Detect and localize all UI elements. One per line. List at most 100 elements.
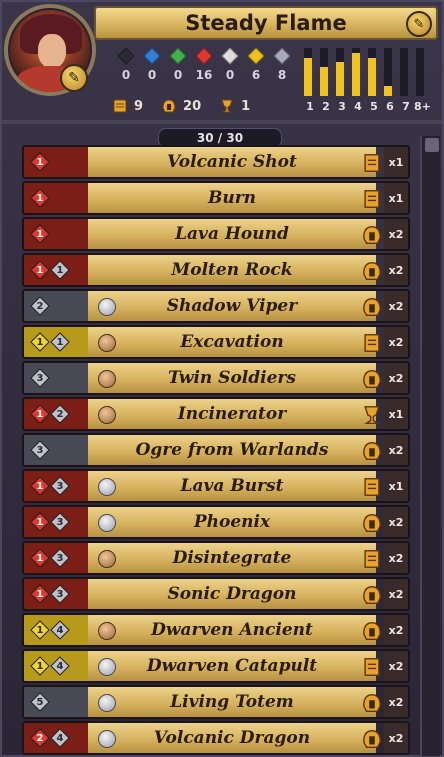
silver-rarity-icon bbox=[98, 694, 116, 712]
card-name-bar: Sonic Dragon bbox=[88, 579, 376, 609]
card-name: Excavation bbox=[180, 332, 284, 352]
card-name: Incinerator bbox=[177, 404, 287, 424]
header-divider bbox=[2, 120, 444, 124]
mana-cost-gem: 4 bbox=[50, 728, 70, 748]
mana-curve-bar bbox=[304, 48, 312, 96]
mana-cost-gem: 4 bbox=[50, 620, 70, 640]
card-name-bar: Burn bbox=[88, 183, 376, 213]
card-name-bar: Dwarven Ancient bbox=[88, 615, 376, 645]
mana-cost-value: 4 bbox=[56, 660, 64, 672]
gem-icon bbox=[169, 47, 187, 65]
spell-count: 9 bbox=[112, 98, 143, 114]
deck-title: Steady Flame bbox=[185, 11, 347, 35]
mana-curve-bars bbox=[304, 48, 432, 96]
mana-cost-gem: 1 bbox=[30, 656, 50, 676]
card-row[interactable]: 1 Volcanic Shot x1 bbox=[22, 145, 410, 179]
mana-curve-bar bbox=[352, 48, 360, 96]
card-name-bar: Dwarven Catapult bbox=[88, 651, 376, 681]
mana-curve-bar-fill bbox=[384, 86, 392, 96]
mana-curve-bar-fill bbox=[304, 57, 312, 96]
scroll-icon bbox=[358, 329, 386, 357]
avatar-edit-button[interactable]: ✎ bbox=[60, 64, 88, 92]
card-row[interactable]: 1 4 Dwarven Catapult x2 bbox=[22, 649, 410, 683]
bronze-rarity-icon bbox=[98, 370, 116, 388]
card-name-bar: Shadow Viper bbox=[88, 291, 376, 321]
card-row[interactable]: 1 Burn x1 bbox=[22, 181, 410, 215]
mana-cost-gem: 2 bbox=[30, 296, 50, 316]
card-row[interactable]: 3 Twin Soldiers x2 bbox=[22, 361, 410, 395]
card-name: Dwarven Catapult bbox=[146, 656, 318, 676]
mana-cost-value: 1 bbox=[36, 156, 44, 168]
artifact-count: 1 bbox=[219, 98, 250, 114]
card-type-counts: 9 20 1 bbox=[112, 98, 250, 114]
card-quantity: x2 bbox=[384, 327, 408, 357]
mana-curve-label: 1 bbox=[306, 100, 314, 113]
gem-count: 0 bbox=[116, 47, 136, 82]
mana-cost-value: 2 bbox=[56, 408, 64, 420]
mana-cost-value: 4 bbox=[56, 732, 64, 744]
card-row[interactable]: 1 1 Molten Rock x2 bbox=[22, 253, 410, 287]
helmet-icon bbox=[358, 725, 386, 753]
card-quantity: x2 bbox=[384, 615, 408, 645]
card-row[interactable]: 1 1 Excavation x2 bbox=[22, 325, 410, 359]
card-name: Disintegrate bbox=[172, 548, 292, 568]
card-row[interactable]: 1 3 Sonic Dragon x2 bbox=[22, 577, 410, 611]
deck-title-bar[interactable]: Steady Flame ✎ bbox=[94, 6, 438, 40]
mana-cost-gem: 5 bbox=[30, 692, 50, 712]
cup-icon bbox=[358, 401, 386, 429]
pencil-icon: ✎ bbox=[68, 70, 80, 86]
helmet-icon bbox=[358, 617, 386, 645]
gem-count: 0 bbox=[142, 47, 162, 82]
card-row[interactable]: 1 3 Phoenix x2 bbox=[22, 505, 410, 539]
card-list[interactable]: 1 Volcanic Shot x1 1 Burn x1 1 Lava Hound x2 1 1 Mo… bbox=[22, 145, 410, 757]
mana-curve-bar bbox=[416, 48, 424, 96]
card-row[interactable]: 3 Ogre from Warlands x2 bbox=[22, 433, 410, 467]
creature-count: 20 bbox=[161, 98, 201, 114]
card-name: Living Totem bbox=[170, 692, 294, 712]
scroll-icon bbox=[358, 653, 386, 681]
card-row[interactable]: 2 4 Volcanic Dragon x2 bbox=[22, 721, 410, 755]
mana-curve-label: 3 bbox=[338, 100, 346, 113]
mana-cost-value: 1 bbox=[36, 228, 44, 240]
bronze-rarity-icon bbox=[98, 406, 116, 424]
card-row[interactable]: 1 3 Lava Burst x1 bbox=[22, 469, 410, 503]
mana-cost-gem: 1 bbox=[50, 332, 70, 352]
gem-count-value: 0 bbox=[173, 68, 183, 82]
mana-cost-value: 1 bbox=[36, 660, 44, 672]
mana-cost-gem: 2 bbox=[30, 728, 50, 748]
bronze-rarity-icon bbox=[98, 334, 116, 352]
rename-deck-button[interactable]: ✎ bbox=[406, 11, 432, 37]
mana-curve-bar bbox=[336, 48, 344, 96]
mana-cost-gem: 1 bbox=[30, 584, 50, 604]
mana-curve-label: 8+ bbox=[414, 100, 431, 113]
card-quantity: x2 bbox=[384, 291, 408, 321]
mana-cost-gem: 3 bbox=[30, 440, 50, 460]
card-row[interactable]: 2 Shadow Viper x2 bbox=[22, 289, 410, 323]
mana-cost-value: 1 bbox=[36, 480, 44, 492]
card-name-bar: Molten Rock bbox=[88, 255, 376, 285]
card-row[interactable]: 5 Living Totem x2 bbox=[22, 685, 410, 719]
silver-rarity-icon bbox=[98, 478, 116, 496]
scroll-icon bbox=[358, 545, 386, 573]
mana-cost-gem: 3 bbox=[50, 548, 70, 568]
card-quantity: x2 bbox=[384, 255, 408, 285]
card-name-bar: Excavation bbox=[88, 327, 376, 357]
helmet-icon bbox=[358, 509, 386, 537]
card-row[interactable]: 1 Lava Hound x2 bbox=[22, 217, 410, 251]
mana-cost-gem: 2 bbox=[50, 404, 70, 424]
card-quantity: x2 bbox=[384, 543, 408, 573]
mana-curve-label: 2 bbox=[322, 100, 330, 113]
card-row[interactable]: 1 4 Dwarven Ancient x2 bbox=[22, 613, 410, 647]
mana-cost-value: 4 bbox=[56, 624, 64, 636]
gem-icon bbox=[195, 47, 213, 65]
gem-count-value: 16 bbox=[195, 68, 213, 82]
scrollbar-thumb[interactable] bbox=[425, 138, 439, 152]
gem-icon bbox=[143, 47, 161, 65]
card-row[interactable]: 1 2 Incinerator x1 bbox=[22, 397, 410, 431]
gem-count-value: 0 bbox=[225, 68, 235, 82]
mana-cost-gem: 1 bbox=[30, 548, 50, 568]
card-row[interactable]: 1 3 Disintegrate x2 bbox=[22, 541, 410, 575]
scrollbar[interactable] bbox=[420, 136, 440, 756]
card-name: Volcanic Shot bbox=[167, 152, 297, 172]
card-name-bar: Lava Burst bbox=[88, 471, 376, 501]
